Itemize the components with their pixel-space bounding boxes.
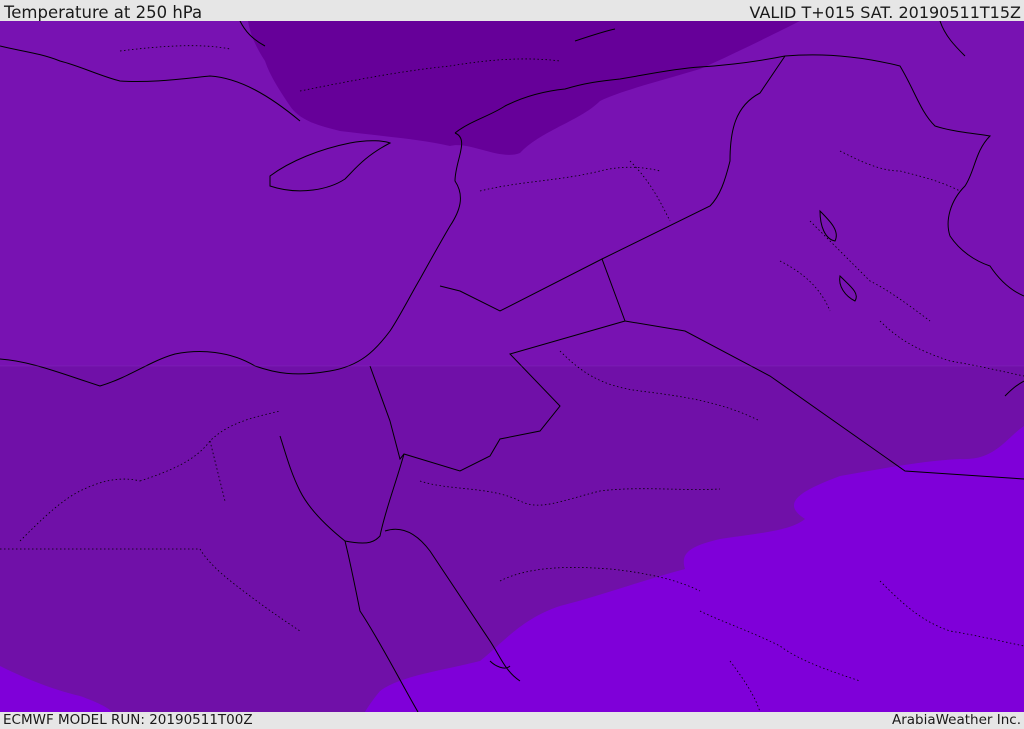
brand-label: ArabiaWeather Inc.	[891, 712, 1021, 728]
model-run-label: ECMWF MODEL RUN: 20190511T00Z	[3, 712, 253, 728]
map-footer: ECMWF MODEL RUN: 20190511T00Z ArabiaWeat…	[0, 712, 1024, 729]
map-header: Temperature at 250 hPa VALID T+015 SAT. …	[0, 0, 1024, 22]
weather-map[interactable]	[0, 21, 1024, 712]
map-canvas	[0, 21, 1024, 712]
map-title: Temperature at 250 hPa	[4, 3, 203, 22]
valid-time: VALID T+015 SAT. 20190511T15Z	[749, 3, 1021, 22]
